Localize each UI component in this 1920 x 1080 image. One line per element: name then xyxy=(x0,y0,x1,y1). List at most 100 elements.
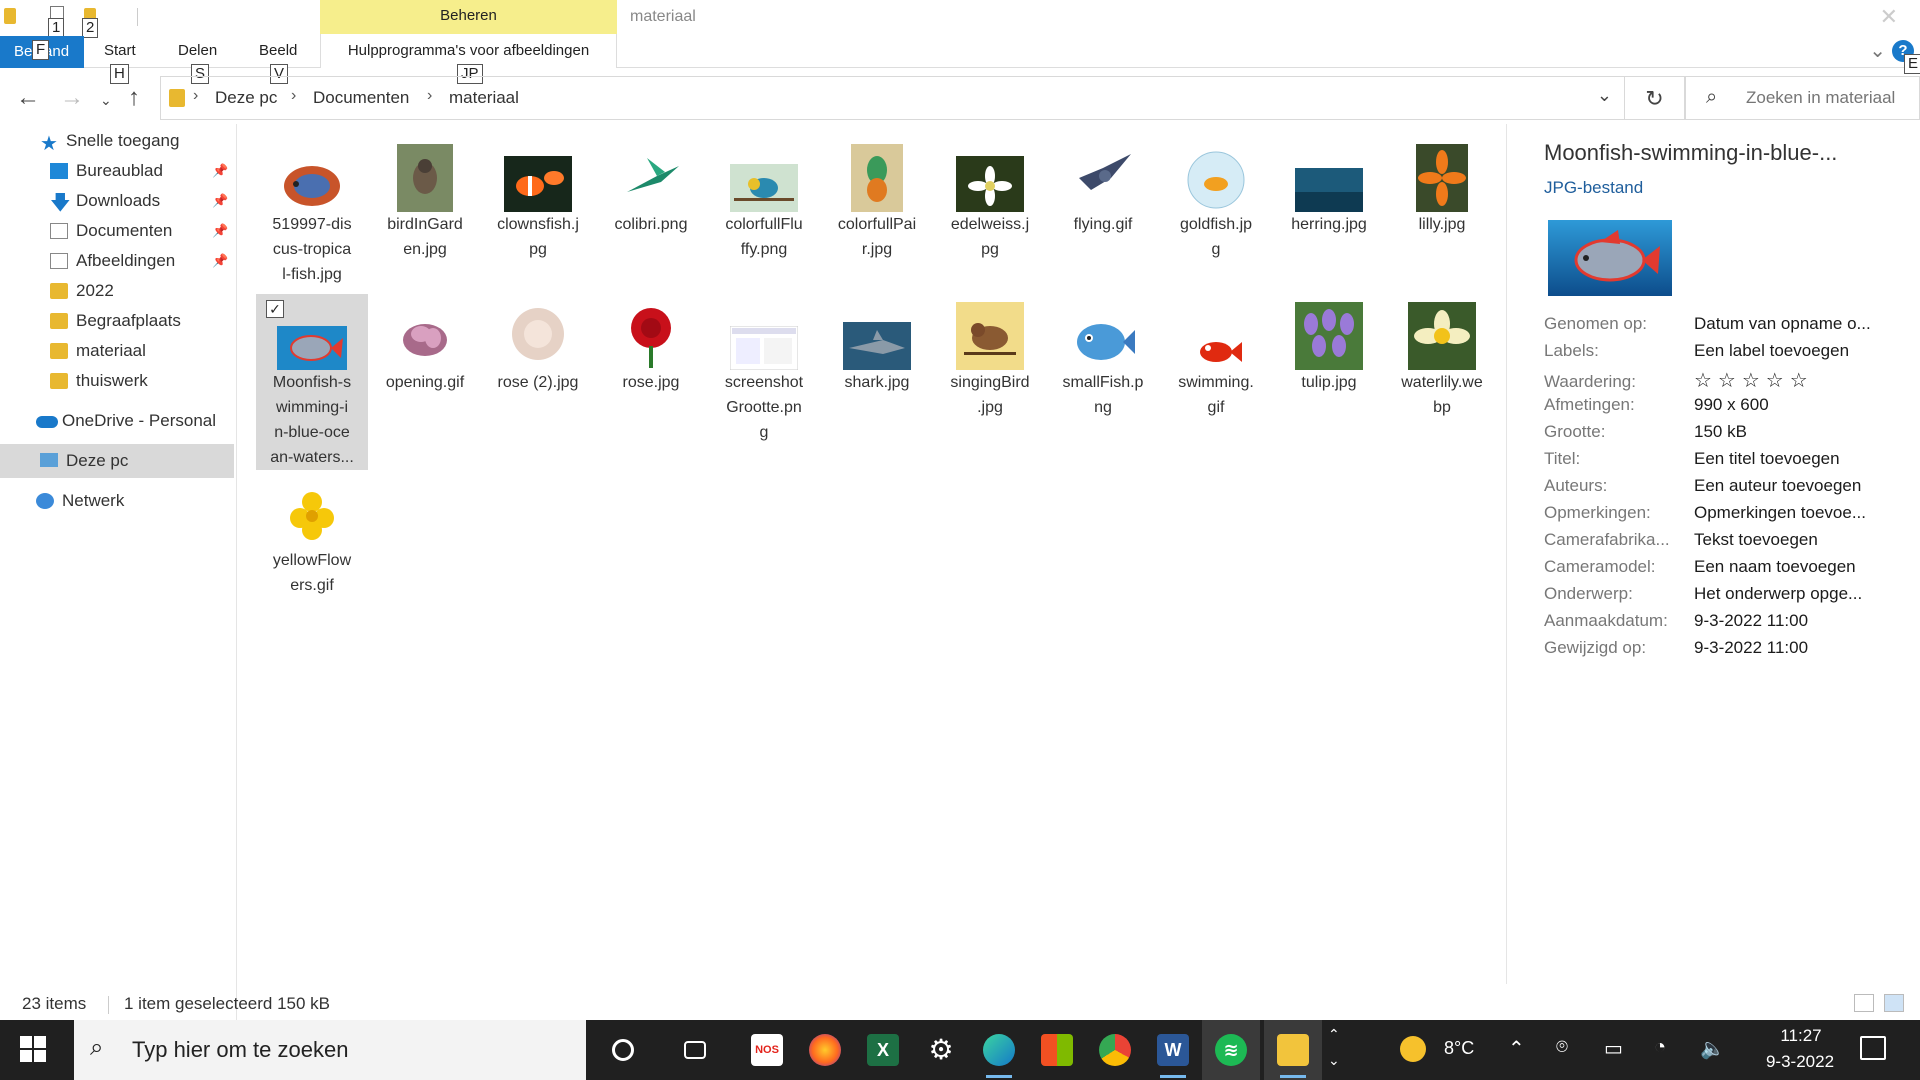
wifi-icon[interactable]: ◔ xyxy=(1654,1036,1666,1059)
sidebar-item-thuiswerk[interactable]: thuiswerk xyxy=(0,364,234,398)
file-item[interactable]: ✓ Moonfish-s wimming-i n-blue-oce an-waters.… xyxy=(256,294,368,470)
word-icon[interactable]: W xyxy=(1144,1020,1202,1080)
nos-app-icon[interactable]: NOS xyxy=(738,1020,796,1080)
tab-share[interactable]: Delen xyxy=(178,42,217,59)
close-icon[interactable]: ✕ xyxy=(1880,4,1898,30)
file-item[interactable]: goldfish.jp g xyxy=(1160,136,1272,262)
excel-icon[interactable]: X xyxy=(854,1020,912,1080)
file-item[interactable]: herring.jpg xyxy=(1273,136,1385,237)
property-value[interactable]: 990 x 600 xyxy=(1694,395,1769,414)
file-item[interactable]: swimming. gif xyxy=(1160,294,1272,420)
sidebar-item-netwerk[interactable]: Netwerk xyxy=(0,484,234,518)
file-item[interactable]: singingBird .jpg xyxy=(934,294,1046,420)
sidebar-item-begraafplaats[interactable]: Begraafplaats xyxy=(0,304,234,338)
refresh-icon[interactable]: ↻ xyxy=(1625,76,1685,120)
back-arrow-icon[interactable]: ← xyxy=(16,84,40,112)
file-item[interactable]: waterlily.we bp xyxy=(1386,294,1498,420)
property-value[interactable]: Opmerkingen toevoe... xyxy=(1694,503,1866,522)
file-item[interactable]: opening.gif xyxy=(369,294,481,395)
breadcrumb-materiaal[interactable]: materiaal xyxy=(449,88,519,108)
property-value[interactable]: Een label toevoegen xyxy=(1694,341,1849,360)
property-value[interactable]: 9-3-2022 11:00 xyxy=(1694,611,1808,630)
rating-stars-icon[interactable]: ☆☆☆☆☆ xyxy=(1694,370,1814,392)
property-value[interactable]: Een auteur toevoegen xyxy=(1694,476,1861,495)
property-value[interactable]: Het onderwerp opge... xyxy=(1694,584,1862,603)
file-item[interactable]: 519997-dis cus-tropica l-fish.jpg xyxy=(256,136,368,287)
file-name-line: yellowFlow xyxy=(272,552,352,569)
settings-gear-icon[interactable]: ⚙ xyxy=(912,1020,970,1080)
task-view-icon[interactable] xyxy=(666,1020,724,1080)
file-item[interactable]: colorfullPai r.jpg xyxy=(821,136,933,262)
sidebar-item-deze-pc[interactable]: Deze pc xyxy=(0,444,234,478)
property-value[interactable]: Een titel toevoegen xyxy=(1694,449,1840,468)
sidebar-item-bureaublad[interactable]: Bureaublad 📌 xyxy=(0,154,234,188)
file-item[interactable]: edelweiss.j pg xyxy=(934,136,1046,262)
file-item[interactable]: rose.jpg xyxy=(595,294,707,395)
chevron-down-icon[interactable]: ⌄ xyxy=(1597,85,1612,106)
scroll-up-icon[interactable]: ⌃ xyxy=(1328,1026,1340,1043)
scroll-down-icon[interactable]: ⌄ xyxy=(1328,1052,1340,1069)
property-value[interactable]: Tekst toevoegen xyxy=(1694,530,1818,549)
file-name-line: Moonfish-s xyxy=(272,374,352,391)
file-item[interactable]: tulip.jpg xyxy=(1273,294,1385,395)
weather-sun-icon[interactable] xyxy=(1400,1036,1426,1062)
address-bar[interactable]: › Deze pc › Documenten › materiaal ⌄ xyxy=(160,76,1625,120)
sidebar-item-afbeeldingen[interactable]: Afbeeldingen 📌 xyxy=(0,244,234,278)
large-icons-view-icon[interactable] xyxy=(1884,994,1904,1012)
file-item[interactable]: colorfullFlu ffy.png xyxy=(708,136,820,262)
battery-icon[interactable]: ▭ xyxy=(1604,1036,1623,1061)
file-name-line: birdInGard xyxy=(387,216,463,233)
clock-date[interactable]: 9-3-2022 xyxy=(1740,1052,1860,1072)
forward-arrow-icon[interactable]: → xyxy=(60,84,84,112)
property-value[interactable]: 9-3-2022 11:00 xyxy=(1694,638,1808,657)
chrome-icon[interactable] xyxy=(1086,1020,1144,1080)
chevron-right-icon[interactable]: › xyxy=(427,87,432,105)
file-item[interactable]: screenshot Grootte.pn g xyxy=(708,294,820,445)
spotify-icon[interactable]: ≋ xyxy=(1202,1020,1260,1080)
meet-now-icon[interactable]: ⌾ xyxy=(1556,1036,1568,1059)
chevron-right-icon[interactable]: › xyxy=(291,87,296,105)
file-item[interactable]: rose (2).jpg xyxy=(482,294,594,395)
search-input[interactable] xyxy=(1746,88,1916,108)
chevron-down-icon[interactable]: ⌄ xyxy=(1869,38,1886,63)
file-explorer-icon[interactable] xyxy=(1264,1020,1322,1080)
recent-dropdown-icon[interactable]: ⌄ xyxy=(100,92,112,109)
tab-picture-tools[interactable]: Hulpprogramma's voor afbeeldingen xyxy=(320,34,617,68)
microsoft-store-icon[interactable] xyxy=(1028,1020,1086,1080)
windows-start-icon[interactable] xyxy=(20,1036,46,1062)
sidebar-item-documenten[interactable]: Documenten 📌 xyxy=(0,214,234,248)
file-item[interactable]: colibri.png xyxy=(595,136,707,237)
notification-icon[interactable] xyxy=(1860,1036,1886,1060)
sidebar-item-snelle-toegang[interactable]: ★ Snelle toegang xyxy=(0,124,234,158)
clock-time[interactable]: 11:27 xyxy=(1766,1026,1836,1046)
weather-temperature[interactable]: 8°C xyxy=(1444,1038,1474,1059)
sidebar-item-materiaal[interactable]: materiaal xyxy=(0,334,234,368)
tray-chevron-up-icon[interactable]: ⌃ xyxy=(1508,1036,1525,1061)
property-value[interactable]: Datum van opname o... xyxy=(1694,314,1871,333)
breadcrumb-documents[interactable]: Documenten xyxy=(313,88,409,108)
firefox-icon[interactable] xyxy=(796,1020,854,1080)
property-value[interactable]: Een naam toevoegen xyxy=(1694,557,1856,576)
cortana-icon[interactable] xyxy=(594,1020,652,1080)
file-item[interactable]: clownsfish.j pg xyxy=(482,136,594,262)
edge-icon[interactable] xyxy=(970,1020,1028,1080)
file-item[interactable]: yellowFlow ers.gif xyxy=(256,472,368,598)
up-arrow-icon[interactable]: ↑ xyxy=(128,84,140,112)
taskbar-search[interactable]: ⌕ Typ hier om te zoeken xyxy=(74,1020,586,1080)
sidebar-item-downloads[interactable]: 🡇 Downloads 📌 xyxy=(0,184,234,218)
sidebar-item-onedrive-personal[interactable]: OneDrive - Personal xyxy=(0,404,234,438)
details-view-icon[interactable] xyxy=(1854,994,1874,1012)
file-item[interactable]: lilly.jpg xyxy=(1386,136,1498,237)
search-box[interactable]: ⌕ xyxy=(1685,76,1920,120)
tab-start[interactable]: Start xyxy=(104,42,136,59)
file-item[interactable]: smallFish.p ng xyxy=(1047,294,1159,420)
volume-icon[interactable]: 🔈 xyxy=(1700,1036,1725,1061)
chevron-right-icon[interactable]: › xyxy=(193,87,198,105)
file-item[interactable]: shark.jpg xyxy=(821,294,933,395)
property-value[interactable]: 150 kB xyxy=(1694,422,1747,441)
file-item[interactable]: birdInGard en.jpg xyxy=(369,136,481,262)
breadcrumb-this-pc[interactable]: Deze pc xyxy=(215,88,277,108)
sidebar-item-2022[interactable]: 2022 xyxy=(0,274,234,308)
tab-view[interactable]: Beeld xyxy=(259,42,297,59)
file-item[interactable]: flying.gif xyxy=(1047,136,1159,237)
